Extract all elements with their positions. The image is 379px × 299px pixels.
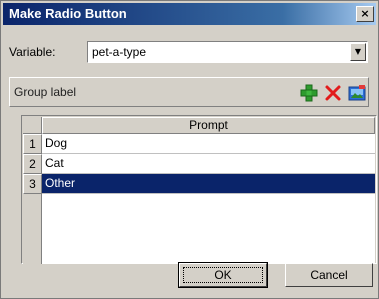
make-radio-button-dialog: Make Radio Button × Variable: pet-a-type… [0,0,379,299]
add-icon[interactable] [300,84,318,102]
table-row-selected[interactable]: 3 Other [23,174,375,194]
grid-empty-area[interactable] [42,194,375,264]
title-bar[interactable]: Make Radio Button × [3,3,376,25]
variable-label: Variable: [9,45,56,59]
chevron-down-icon: ▼ [354,47,362,56]
row-number[interactable]: 3 [23,174,42,194]
ok-button-label: OK [183,267,263,283]
cancel-button[interactable]: Cancel [285,263,373,287]
prompt-cell[interactable]: Dog [42,134,375,154]
table-row[interactable]: 1 Dog [23,134,375,154]
prompt-cell[interactable]: Other [42,174,375,194]
row-number[interactable]: 2 [23,154,42,174]
prompt-grid: Prompt 1 Dog 2 Cat 3 Other [21,115,377,264]
grid-corner [23,117,42,134]
variable-select[interactable]: pet-a-type ▼ [87,41,368,63]
row-number[interactable]: 1 [23,134,42,154]
group-label-bar: Group label [9,77,369,107]
column-header-prompt[interactable]: Prompt [42,117,375,134]
table-row[interactable]: 2 Cat [23,154,375,174]
ok-button[interactable]: OK [178,262,268,288]
delete-icon[interactable] [324,84,342,102]
row-header-empty [23,194,42,264]
image-icon[interactable] [348,84,366,102]
grid-header: Prompt [23,117,375,134]
prompt-cell[interactable]: Cat [42,154,375,174]
variable-value: pet-a-type [92,45,147,59]
dialog-title: Make Radio Button [9,6,127,21]
close-icon: × [360,7,370,20]
group-label: Group label [14,85,77,99]
dropdown-arrow-button[interactable]: ▼ [350,43,366,61]
close-button[interactable]: × [356,6,374,22]
